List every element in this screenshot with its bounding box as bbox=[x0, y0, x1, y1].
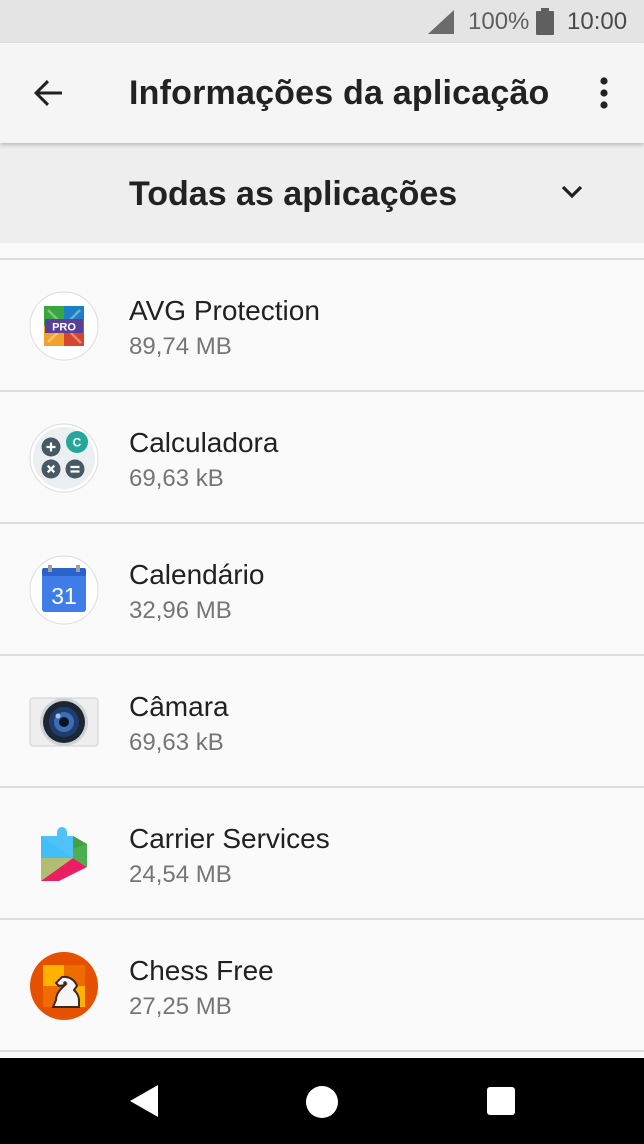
more-options-icon[interactable] bbox=[588, 75, 620, 111]
signal-icon bbox=[428, 10, 454, 34]
chevron-down-icon bbox=[561, 185, 583, 199]
app-size: 69,63 kB bbox=[129, 465, 224, 492]
nav-back-icon[interactable] bbox=[126, 1083, 162, 1119]
calculator-icon: C bbox=[29, 423, 99, 493]
list-item-carrier-services[interactable]: Carrier Services 24,54 MB bbox=[0, 788, 644, 918]
list-item-avg-protection[interactable]: PRO AVG Protection 89,74 MB bbox=[0, 260, 644, 390]
avg-protection-icon: PRO bbox=[29, 291, 99, 361]
app-size: 27,25 MB bbox=[129, 993, 232, 1020]
app-filter-dropdown[interactable]: Todas as aplicações bbox=[0, 143, 644, 243]
app-size: 32,96 MB bbox=[129, 597, 232, 624]
back-arrow-icon[interactable] bbox=[30, 75, 66, 111]
chess-free-icon bbox=[30, 952, 98, 1020]
app-list: PRO AVG Protection 89,74 MB C Calculador… bbox=[0, 258, 644, 1052]
nav-home-icon[interactable] bbox=[306, 1086, 338, 1118]
list-item-camara[interactable]: Câmara 69,63 kB bbox=[0, 656, 644, 786]
app-name: Carrier Services bbox=[129, 823, 330, 854]
app-name: Calendário bbox=[129, 559, 265, 590]
app-size: 69,63 kB bbox=[129, 729, 224, 756]
list-item-calculadora[interactable]: C Calculadora 69,63 kB bbox=[0, 392, 644, 522]
app-bar: Informações da aplicação bbox=[0, 43, 644, 143]
app-size: 24,54 MB bbox=[129, 861, 232, 888]
app-name: AVG Protection bbox=[129, 295, 320, 326]
system-navigation-bar bbox=[0, 1058, 644, 1144]
app-size: 89,74 MB bbox=[129, 333, 232, 360]
avg-pro-text: PRO bbox=[52, 322, 76, 334]
app-name: Câmara bbox=[129, 691, 229, 722]
carrier-services-icon bbox=[41, 827, 87, 881]
camera-icon bbox=[29, 697, 99, 747]
list-item-chess-free[interactable]: Chess Free 27,25 MB bbox=[0, 920, 644, 1050]
battery-icon bbox=[536, 8, 554, 35]
calendar-day-text: 31 bbox=[51, 583, 77, 609]
battery-percent: 100% bbox=[468, 8, 530, 35]
app-name: Chess Free bbox=[129, 955, 274, 986]
divider bbox=[0, 1050, 644, 1052]
clock: 10:00 bbox=[567, 8, 628, 35]
list-item-calendario[interactable]: 31 Calendário 32,96 MB bbox=[0, 524, 644, 654]
nav-recent-apps-icon[interactable] bbox=[487, 1087, 515, 1115]
page-title: Informações da aplicação bbox=[129, 74, 550, 112]
calendar-icon: 31 bbox=[29, 555, 99, 625]
svg-text:C: C bbox=[73, 436, 82, 450]
filter-label: Todas as aplicações bbox=[129, 175, 458, 213]
app-name: Calculadora bbox=[129, 427, 279, 458]
status-bar: 100% 10:00 bbox=[0, 0, 644, 43]
